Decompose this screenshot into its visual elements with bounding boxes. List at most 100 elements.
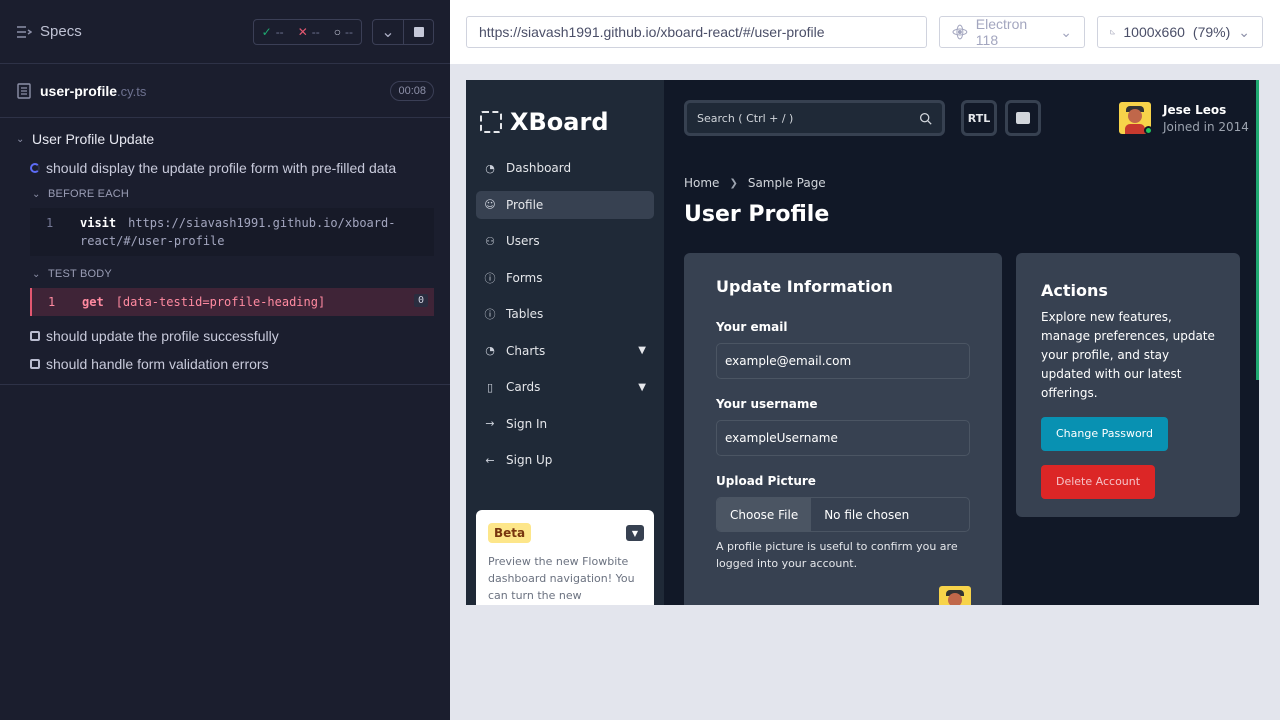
command-line: 1 get [data-testid=profile-heading] [32, 293, 434, 311]
sidebar-item-profile[interactable]: ☺ Profile [476, 190, 654, 219]
sidebar-item-tables[interactable]: ⓘ Tables [476, 300, 654, 328]
sidebar-item-label: Users [506, 234, 540, 248]
sidebar-item-label: Sign Up [506, 453, 553, 467]
actions-card: Actions Explore new features, manage pre… [1016, 253, 1240, 517]
runnables: ⌄ User Profile Update should display the… [0, 118, 450, 385]
user-menu[interactable]: Jese Leos Joined in 2014 [1119, 102, 1249, 135]
card-title: Actions [1041, 281, 1108, 300]
chevron-right-icon: ❯ [729, 177, 738, 189]
spec-file-row[interactable]: user-profile.cy.ts 00:08 [0, 64, 450, 118]
sidebar-item-dashboard[interactable]: ◔ Dashboard [476, 154, 654, 182]
visit-command[interactable]: 1 visit https://siavash1991.github.io/xb… [30, 208, 434, 256]
document-icon [17, 82, 31, 99]
command-arg: [data-testid=profile-heading] [115, 295, 326, 309]
command-name: visit [80, 216, 117, 230]
command-line: 1 visit https://siavash1991.github.io/xb… [30, 214, 434, 232]
monitor-icon [1016, 112, 1030, 124]
no-file-text: No file chosen [824, 507, 910, 522]
test-row[interactable]: should display the update profile form w… [0, 154, 450, 182]
test-row[interactable]: should handle form validation errors [0, 350, 450, 378]
app-under-test-panel: https://siavash1991.github.io/xboard-rea… [450, 0, 1280, 720]
username-field[interactable]: exampleUsername [716, 420, 970, 456]
change-password-button[interactable]: Change Password [1041, 417, 1168, 451]
command-number: 1 [46, 216, 54, 230]
command-arg-continued: react/#/user-profile [80, 234, 225, 248]
sidebar-item-sign-up[interactable]: ← Sign Up [476, 446, 654, 474]
chevron-down-icon: ▼ [638, 381, 646, 393]
beta-close-button[interactable]: ▼ [626, 525, 644, 541]
before-each-hook-label[interactable]: ⌄ BEFORE EACH [0, 182, 450, 206]
sidebar-item-forms[interactable]: ⓘ Forms [476, 264, 654, 292]
x-icon: ✕ [297, 24, 308, 39]
command-name: get [82, 295, 104, 309]
spec-file-name: user-profile.cy.ts [40, 83, 146, 99]
app-logo[interactable]: XBoard [466, 80, 664, 144]
sidebar-item-label: Cards [506, 380, 541, 394]
email-field[interactable]: example@email.com [716, 343, 970, 379]
breadcrumb-home-link[interactable]: Home [684, 176, 719, 190]
rtl-label: RTL [967, 111, 991, 125]
specs-list-icon [17, 25, 32, 38]
user-info: Jese Leos Joined in 2014 [1163, 103, 1249, 134]
viewport-size: 1000x660 [1123, 24, 1185, 40]
chevron-down-icon: ⌄ [32, 268, 41, 280]
top-navbar: Search ( Ctrl + / ) RTL [684, 100, 1041, 136]
app-sidebar: XBoard ◔ Dashboard ☺ Profile ⚇ Users ⓘ Forms ⓘ Ta… [466, 80, 664, 605]
choose-file-button[interactable]: Choose File [717, 498, 812, 531]
stats-box: ✓ -- ✕ -- ○ -- [252, 18, 362, 45]
get-command[interactable]: 1 get [data-testid=profile-heading] 0 [30, 288, 434, 316]
failed-count: -- [311, 24, 320, 39]
viewport-scale: (79%) [1192, 24, 1231, 40]
pending-circle-icon: ○ [333, 24, 341, 39]
search-icon [919, 112, 932, 125]
search-input[interactable]: Search ( Ctrl + / ) [684, 100, 945, 136]
nav-icon: ☺ [484, 198, 496, 211]
breadcrumb-current: Sample Page [747, 176, 826, 190]
run-controls: ⌄ [372, 18, 434, 45]
suite-title: User Profile Update [32, 131, 155, 147]
test-row[interactable]: should update the profile successfully [0, 322, 450, 350]
viewport-size-selector[interactable]: 1000x660 (79%) ⌄ [1097, 16, 1263, 48]
test-body-label[interactable]: ⌄ TEST BODY [0, 262, 450, 286]
avatar-shirt [1125, 124, 1145, 134]
file-upload-input[interactable]: Choose File No file chosen [716, 497, 970, 532]
suite-row[interactable]: ⌄ User Profile Update [0, 124, 450, 154]
sidebar-item-users[interactable]: ⚇ Users [476, 227, 654, 255]
failed-stat: ✕ -- [298, 25, 320, 39]
breadcrumb: Home ❯ Sample Page [684, 176, 826, 190]
test-title: should display the update profile form w… [46, 160, 397, 176]
sidebar-item-label: Forms [506, 270, 543, 285]
nav-icon: ◔ [485, 161, 495, 175]
sidebar-item-sign-in[interactable]: → Sign In [476, 410, 654, 438]
browser-selector[interactable]: Electron 118 ⌄ [939, 16, 1085, 48]
nav-icon: ⓘ [484, 308, 496, 321]
command-number: 1 [48, 295, 56, 309]
delete-account-button[interactable]: Delete Account [1041, 465, 1156, 499]
hook-label-text: TEST BODY [48, 268, 112, 280]
card-title: Update Information [716, 277, 893, 296]
stop-button[interactable] [403, 19, 433, 44]
reporter-header: Specs ✓ -- ✕ -- ○ -- ⌄ [0, 0, 450, 64]
divider [0, 384, 450, 385]
specs-button[interactable]: Specs [16, 23, 82, 40]
toggle-auto-scroll-button[interactable]: ⌄ [373, 20, 403, 44]
avatar-face [1128, 109, 1142, 123]
theme-toggle-button[interactable] [1005, 100, 1041, 136]
test-title: should update the profile successfully [46, 328, 279, 344]
chevron-down-icon: ⌄ [32, 188, 41, 200]
sidebar-item-cards[interactable]: ▯ Cards ▼ [476, 373, 654, 401]
aut-header: https://siavash1991.github.io/xboard-rea… [450, 0, 1280, 64]
email-label: Your email [716, 320, 788, 334]
pending-count: -- [345, 24, 353, 39]
running-spinner-icon [30, 163, 40, 173]
command-line-wrap: react/#/user-profile [30, 232, 434, 250]
spec-duration: 00:08 [390, 80, 434, 101]
url-field[interactable]: https://siavash1991.github.io/xboard-rea… [466, 16, 927, 48]
sidebar-item-charts[interactable]: ◔ Charts ▼ [476, 337, 654, 365]
rtl-toggle-button[interactable]: RTL [961, 100, 997, 136]
upload-label: Upload Picture [716, 474, 816, 488]
online-status-dot [1144, 126, 1153, 135]
user-joined: Joined in 2014 [1163, 119, 1249, 134]
pending-test-icon [30, 331, 40, 341]
hook-label-text: BEFORE EACH [48, 188, 130, 200]
